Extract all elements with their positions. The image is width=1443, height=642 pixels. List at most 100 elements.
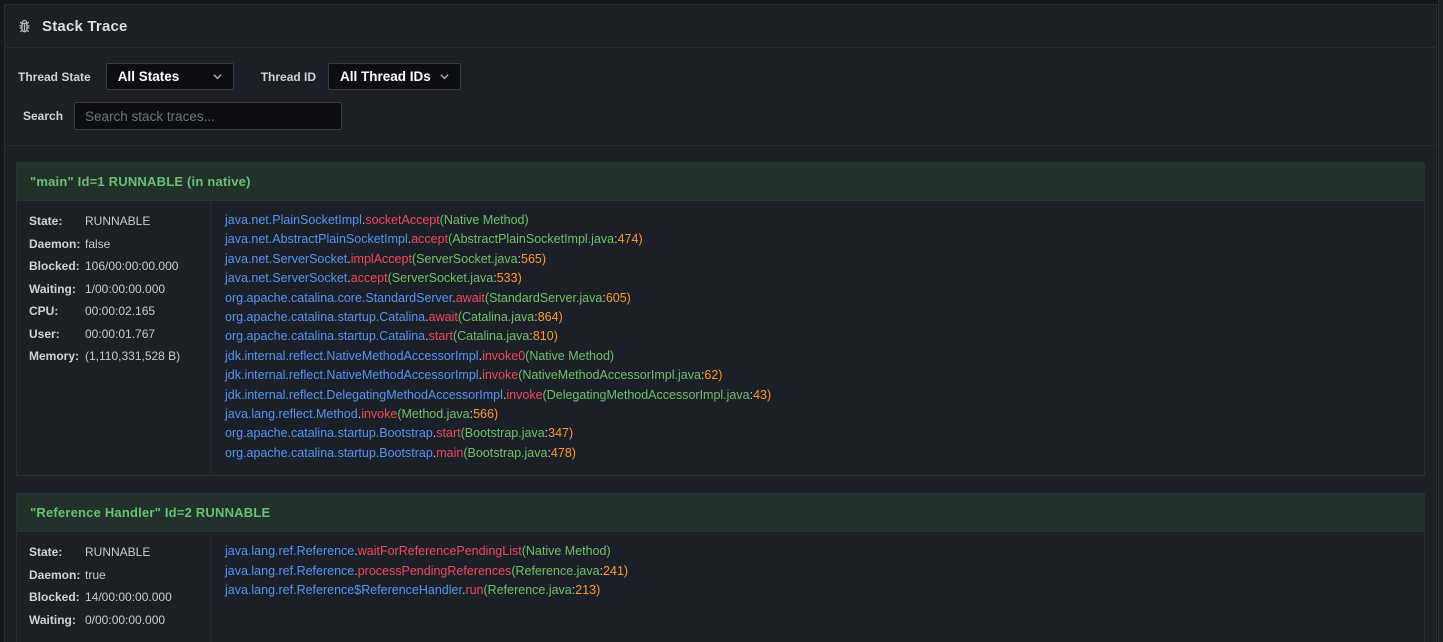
stat-value: (1,110,331,528 B)	[85, 349, 180, 363]
frame-method: await	[456, 291, 485, 305]
thread-stats: State:RUNNABLEDaemon:trueBlocked:14/00:0…	[17, 532, 210, 642]
stack-frame: java.net.ServerSocket.implAccept(ServerS…	[225, 250, 1414, 269]
frame-file: (Catalina.java	[453, 329, 529, 343]
frame-file: (ServerSocket.java	[388, 271, 494, 285]
frame-class: java.net.AbstractPlainSocketImpl	[225, 232, 408, 246]
frame-class: java.lang.ref.Reference	[225, 544, 354, 558]
frame-line-number: 478)	[551, 446, 576, 460]
stat-row: Blocked:106/00:00:00.000	[29, 260, 202, 273]
stat-value: 00:00:02.165	[85, 304, 155, 318]
search-input[interactable]	[74, 102, 342, 130]
thread-body: State:RUNNABLEDaemon:trueBlocked:14/00:0…	[17, 532, 1424, 642]
frame-file: (Bootstrap.java	[463, 446, 547, 460]
frame-method: main	[436, 446, 463, 460]
frame-class: java.net.ServerSocket	[225, 252, 347, 266]
frame-file: (StandardServer.java	[485, 291, 602, 305]
stack-frame: jdk.internal.reflect.NativeMethodAccesso…	[225, 347, 1414, 366]
stat-row: Daemon:false	[29, 238, 202, 251]
frame-class: org.apache.catalina.startup.Catalina	[225, 329, 425, 343]
frame-line-number: 62)	[704, 368, 722, 382]
frame-line-number: 241)	[603, 564, 628, 578]
thread-state-dropdown[interactable]: All States	[106, 63, 234, 90]
stat-row: CPU:00:00:02.165	[29, 305, 202, 318]
frame-method: start	[436, 426, 460, 440]
stat-row: Waiting:1/00:00:00.000	[29, 283, 202, 296]
stack-frame: java.net.AbstractPlainSocketImpl.accept(…	[225, 230, 1414, 249]
stat-label: Waiting:	[29, 283, 85, 296]
thread-id-label: Thread ID	[261, 70, 316, 84]
frame-line-number: 864)	[538, 310, 563, 324]
frame-line-number: 810)	[533, 329, 558, 343]
frame-native-location: (Native Method)	[522, 544, 611, 558]
frame-method: invoke	[506, 388, 542, 402]
filter-bar: Thread State All States Thread ID All Th…	[5, 48, 1436, 146]
stack-frame: org.apache.catalina.startup.Catalina.sta…	[225, 327, 1414, 346]
stack-trace-panel: Stack Trace Thread State All States Thre…	[4, 4, 1437, 642]
stat-label: Blocked:	[29, 260, 85, 273]
stat-row: Daemon:true	[29, 569, 202, 582]
frame-method: waitForReferencePendingList	[358, 544, 522, 558]
frame-method: implAccept	[351, 252, 412, 266]
stat-label: CPU:	[29, 305, 85, 318]
stack-frame: org.apache.catalina.core.StandardServer.…	[225, 289, 1414, 308]
frame-line-number: 43)	[753, 388, 771, 402]
thread-section: "Reference Handler" Id=2 RUNNABLEState:R…	[16, 493, 1425, 642]
stat-label: Daemon:	[29, 569, 85, 582]
filter-row-search: Search	[18, 102, 1420, 130]
stack-frame: java.lang.ref.Reference.waitForReference…	[225, 542, 1414, 561]
frame-class: jdk.internal.reflect.NativeMethodAccesso…	[225, 349, 479, 363]
frame-class: org.apache.catalina.core.StandardServer	[225, 291, 452, 305]
frame-class: java.lang.ref.Reference$ReferenceHandler	[225, 583, 462, 597]
frame-file: (DelegatingMethodAccessorImpl.java	[543, 388, 750, 402]
stat-value: 0/00:00:00.000	[85, 613, 165, 627]
thread-header: "main" Id=1 RUNNABLE (in native)	[17, 163, 1424, 201]
stack-frame: java.net.PlainSocketImpl.socketAccept(Na…	[225, 211, 1414, 230]
stack-frame: org.apache.catalina.startup.Bootstrap.ma…	[225, 444, 1414, 463]
thread-frames: java.lang.ref.Reference.waitForReference…	[210, 532, 1424, 642]
scrollbar-track[interactable]	[1438, 0, 1443, 642]
panel-title: Stack Trace	[42, 18, 128, 35]
frame-file: (NativeMethodAccessorImpl.java	[518, 368, 701, 382]
stack-frame: java.lang.ref.Reference.processPendingRe…	[225, 562, 1414, 581]
thread-body: State:RUNNABLEDaemon:falseBlocked:106/00…	[17, 201, 1424, 475]
stat-label: State:	[29, 215, 85, 228]
stat-label: Memory:	[29, 350, 85, 363]
frame-file: (Catalina.java	[458, 310, 534, 324]
stat-label: Waiting:	[29, 614, 85, 627]
frame-file: (Reference.java	[484, 583, 572, 597]
stat-row: Blocked:14/00:00:00.000	[29, 591, 202, 604]
frame-line-number: 566)	[473, 407, 498, 421]
stat-value: 00:00:01.767	[85, 327, 155, 341]
frame-method: invoke0	[482, 349, 525, 363]
thread-state-label: Thread State	[18, 70, 91, 84]
stat-row: User:00:00:01.767	[29, 328, 202, 341]
stack-frame: java.lang.ref.Reference$ReferenceHandler…	[225, 581, 1414, 600]
frame-file: (Bootstrap.java	[461, 426, 545, 440]
frame-method: socketAccept	[365, 213, 439, 227]
frame-method: run	[465, 583, 483, 597]
stack-frame: jdk.internal.reflect.NativeMethodAccesso…	[225, 366, 1414, 385]
stat-value: RUNNABLE	[85, 214, 150, 228]
frame-class: java.net.PlainSocketImpl	[225, 213, 362, 227]
chevron-down-icon	[439, 71, 450, 82]
stat-row: State:RUNNABLE	[29, 215, 202, 228]
frame-file: (Reference.java	[511, 564, 599, 578]
stack-frame: org.apache.catalina.startup.Bootstrap.st…	[225, 424, 1414, 443]
thread-id-dropdown[interactable]: All Thread IDs	[328, 63, 461, 90]
stat-value: RUNNABLE	[85, 545, 150, 559]
stat-value: false	[85, 237, 110, 251]
stack-frame: java.net.ServerSocket.accept(ServerSocke…	[225, 269, 1414, 288]
frame-native-location: (Native Method)	[440, 213, 529, 227]
frame-class: java.lang.ref.Reference	[225, 564, 354, 578]
stat-row: Memory:(1,110,331,528 B)	[29, 350, 202, 363]
stat-label: Daemon:	[29, 238, 85, 251]
chevron-down-icon	[212, 71, 223, 82]
frame-line-number: 347)	[548, 426, 573, 440]
frame-class: java.lang.reflect.Method	[225, 407, 358, 421]
frame-file: (AbstractPlainSocketImpl.java	[448, 232, 614, 246]
stat-value: 14/00:00:00.000	[85, 590, 172, 604]
filter-row-selects: Thread State All States Thread ID All Th…	[18, 63, 1420, 90]
frame-class: jdk.internal.reflect.DelegatingMethodAcc…	[225, 388, 503, 402]
frame-class: org.apache.catalina.startup.Catalina	[225, 310, 425, 324]
bug-icon	[16, 18, 33, 35]
